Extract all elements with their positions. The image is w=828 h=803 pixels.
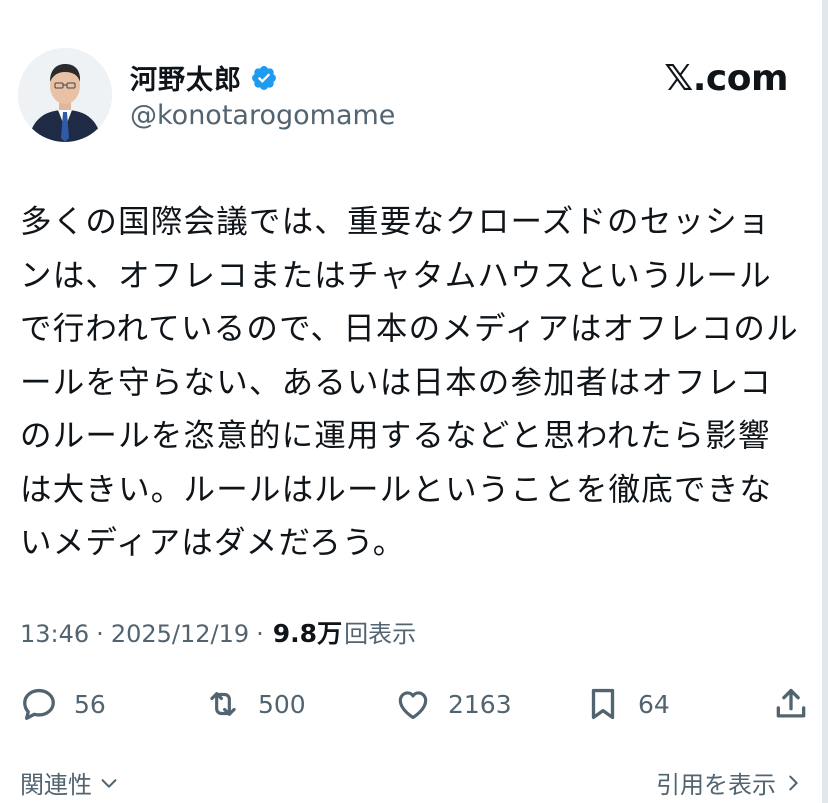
tweet-meta: 13:46 · 2025/12/19 · 9.8万 回表示 bbox=[20, 614, 416, 650]
author-handle[interactable]: @konotarogomame bbox=[130, 100, 395, 131]
tweet-time[interactable]: 13:46 bbox=[20, 620, 89, 648]
views-label: 回表示 bbox=[344, 620, 417, 648]
bookmark-count: 64 bbox=[638, 689, 670, 719]
reply-button[interactable]: 56 bbox=[20, 680, 106, 728]
action-bar: 56 500 2163 64 bbox=[20, 680, 810, 728]
x-brand-logo: 𝕏.com bbox=[664, 58, 788, 99]
like-button[interactable]: 2163 bbox=[394, 680, 512, 728]
tweet-header: 河野太郎 @konotarogomame 𝕏.com bbox=[18, 48, 788, 148]
bookmark-button[interactable]: 64 bbox=[584, 680, 670, 728]
verified-badge-icon bbox=[252, 65, 276, 90]
chevron-down-icon bbox=[101, 778, 117, 788]
chevron-right-icon bbox=[789, 775, 798, 790]
view-quotes-link[interactable]: 引用を表示 bbox=[656, 765, 804, 800]
related-sort-dropdown[interactable]: 関連性 bbox=[20, 765, 120, 800]
repost-icon bbox=[210, 692, 236, 716]
scrollbar-track bbox=[822, 0, 828, 803]
tweet-footer: 関連性 引用を表示 bbox=[20, 765, 804, 803]
like-icon bbox=[398, 691, 428, 720]
tweet-date[interactable]: 2025/12/19 bbox=[111, 620, 249, 648]
reply-count: 56 bbox=[74, 689, 106, 719]
repost-button[interactable]: 500 bbox=[204, 680, 306, 728]
reply-icon bbox=[23, 688, 55, 720]
meta-separator: · bbox=[96, 620, 104, 648]
avatar[interactable] bbox=[18, 48, 112, 142]
meta-separator: · bbox=[256, 620, 264, 648]
author-name[interactable]: 河野太郎 bbox=[130, 58, 242, 97]
share-button[interactable] bbox=[772, 680, 810, 728]
tweet-text: 多くの国際会議では、重要なクローズドのセッションは、オフレコまたはチャタムハウス… bbox=[20, 204, 799, 561]
bookmark-icon bbox=[591, 688, 615, 720]
related-label: 関連性 bbox=[20, 771, 92, 799]
repost-count: 500 bbox=[258, 689, 306, 719]
like-count: 2163 bbox=[448, 689, 512, 719]
quotes-label: 引用を表示 bbox=[656, 771, 776, 799]
share-icon bbox=[776, 688, 806, 718]
author-name-row[interactable]: 河野太郎 bbox=[130, 58, 278, 97]
views-count: 9.8万 bbox=[272, 619, 343, 648]
